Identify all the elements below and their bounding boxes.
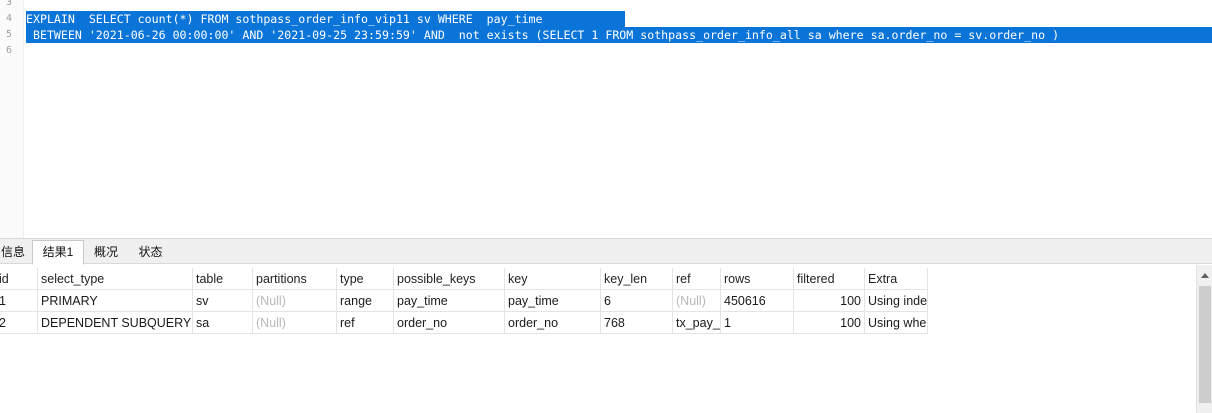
column-header-extra[interactable]: Extra bbox=[865, 268, 928, 290]
line-number-gutter: 3 4 5 6 bbox=[0, 0, 24, 238]
cell-ref[interactable]: tx_pay_test bbox=[673, 312, 721, 334]
cell-extra[interactable]: Using where bbox=[865, 312, 928, 334]
cell-table[interactable]: sv bbox=[193, 290, 253, 312]
column-header-id[interactable]: id bbox=[0, 268, 38, 290]
scrollbar-thumb[interactable] bbox=[1199, 286, 1211, 403]
cell-type[interactable]: ref bbox=[337, 312, 394, 334]
arrow-up-icon[interactable] bbox=[1201, 273, 1209, 278]
column-header-filtered[interactable]: filtered bbox=[794, 268, 865, 290]
cell-table[interactable]: sa bbox=[193, 312, 253, 334]
cell-possible-keys[interactable]: pay_time bbox=[394, 290, 505, 312]
cell-id[interactable]: 1 bbox=[0, 290, 38, 312]
code-line-selected[interactable]: BETWEEN '2021-06-26 00:00:00' AND '2021-… bbox=[26, 27, 1212, 43]
column-header-key[interactable]: key bbox=[505, 268, 601, 290]
column-header-partitions[interactable]: partitions bbox=[253, 268, 337, 290]
tab-status[interactable]: 状态 bbox=[128, 240, 173, 264]
vertical-scrollbar[interactable] bbox=[1196, 265, 1212, 413]
cell-key[interactable]: order_no bbox=[505, 312, 601, 334]
column-header-select-type[interactable]: select_type bbox=[38, 268, 193, 290]
column-header-ref[interactable]: ref bbox=[673, 268, 721, 290]
tab-result-1[interactable]: 结果1 bbox=[32, 240, 84, 265]
cell-type[interactable]: range bbox=[337, 290, 394, 312]
cell-extra[interactable]: Using index bbox=[865, 290, 928, 312]
result-grid[interactable]: id select_type table partitions type pos… bbox=[0, 265, 1196, 413]
cell-filtered[interactable]: 100 bbox=[794, 290, 865, 312]
cell-possible-keys[interactable]: order_no bbox=[394, 312, 505, 334]
cell-partitions[interactable]: (Null) bbox=[253, 290, 337, 312]
cell-rows[interactable]: 1 bbox=[721, 312, 794, 334]
column-header-type[interactable]: type bbox=[337, 268, 394, 290]
line-number: 5 bbox=[5, 29, 12, 40]
cell-key[interactable]: pay_time bbox=[505, 290, 601, 312]
cell-select-type[interactable]: DEPENDENT SUBQUERY bbox=[38, 312, 193, 334]
column-header-key-len[interactable]: key_len bbox=[601, 268, 673, 290]
cell-filtered[interactable]: 100 bbox=[794, 312, 865, 334]
column-header-table[interactable]: table bbox=[193, 268, 253, 290]
column-header-possible-keys[interactable]: possible_keys bbox=[394, 268, 505, 290]
cell-rows[interactable]: 450616 bbox=[721, 290, 794, 312]
column-header-rows[interactable]: rows bbox=[721, 268, 794, 290]
line-number: 4 bbox=[5, 13, 12, 24]
cell-id[interactable]: 2 bbox=[0, 312, 38, 334]
tab-profile[interactable]: 概况 bbox=[84, 240, 128, 264]
line-number: 3 bbox=[5, 0, 12, 8]
cell-select-type[interactable]: PRIMARY bbox=[38, 290, 193, 312]
cell-key-len[interactable]: 6 bbox=[601, 290, 673, 312]
sql-editor[interactable]: 3 4 5 6 EXPLAIN SELECT count(*) FROM sot… bbox=[0, 0, 1212, 238]
code-line-selected[interactable]: EXPLAIN SELECT count(*) FROM sothpass_or… bbox=[26, 11, 625, 27]
cell-key-len[interactable]: 768 bbox=[601, 312, 673, 334]
result-tab-bar: 信息 结果1 概况 状态 bbox=[0, 239, 1212, 265]
cell-ref[interactable]: (Null) bbox=[673, 290, 721, 312]
line-number: 6 bbox=[5, 45, 12, 56]
cell-partitions[interactable]: (Null) bbox=[253, 312, 337, 334]
tab-info[interactable]: 信息 bbox=[0, 240, 32, 264]
